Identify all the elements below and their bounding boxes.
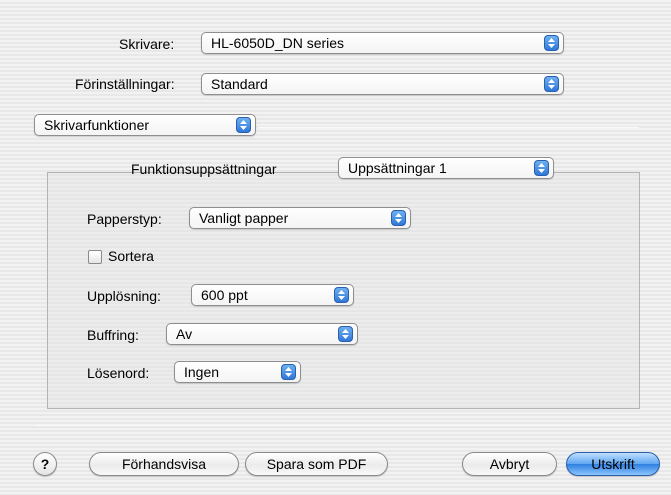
- save-pdf-button[interactable]: Spara som PDF: [245, 452, 388, 476]
- feature-sets-popup[interactable]: Uppsättningar 1: [338, 157, 554, 179]
- buffering-label: Buffring:: [87, 327, 139, 343]
- printer-value: HL-6050D_DN series: [211, 35, 345, 51]
- resolution-value: 600 ppt: [201, 287, 248, 303]
- preview-button[interactable]: Förhandsvisa: [89, 452, 239, 476]
- popup-arrows-icon: [338, 326, 353, 342]
- buffering-value: Av: [176, 326, 193, 342]
- popup-arrows-icon: [544, 76, 559, 92]
- popup-arrows-icon: [544, 35, 559, 51]
- paper-type-value: Vanligt papper: [199, 210, 289, 226]
- paper-type-popup[interactable]: Vanligt papper: [189, 207, 411, 229]
- popup-arrows-icon: [281, 364, 296, 380]
- popup-arrows-icon: [236, 117, 251, 133]
- panel-separator: [258, 127, 639, 128]
- resolution-popup[interactable]: 600 ppt: [191, 284, 354, 306]
- panel-value: Skrivarfunktioner: [44, 117, 150, 133]
- paper-type-label: Papperstyp:: [87, 211, 162, 227]
- print-button[interactable]: Utskrift: [566, 452, 660, 476]
- panel-popup[interactable]: Skrivarfunktioner: [34, 114, 256, 136]
- cancel-button[interactable]: Avbryt: [462, 452, 557, 476]
- popup-arrows-icon: [391, 210, 406, 226]
- presets-value: Standard: [211, 76, 268, 92]
- bottom-separator: [34, 425, 640, 426]
- password-value: Ingen: [184, 364, 220, 380]
- collate-label: Sortera: [108, 248, 154, 264]
- printer-popup[interactable]: HL-6050D_DN series: [201, 32, 564, 54]
- resolution-label: Upplösning:: [87, 288, 161, 304]
- help-button[interactable]: ?: [33, 452, 57, 476]
- collate-checkbox[interactable]: [88, 250, 102, 264]
- presets-popup[interactable]: Standard: [201, 73, 564, 95]
- presets-label: Förinställningar:: [75, 76, 175, 92]
- printer-label: Skrivare:: [119, 36, 175, 52]
- password-label: Lösenord:: [87, 365, 150, 381]
- buffering-popup[interactable]: Av: [166, 323, 358, 345]
- popup-arrows-icon: [334, 287, 349, 303]
- password-popup[interactable]: Ingen: [174, 361, 301, 383]
- feature-sets-label: Funktionsuppsättningar: [131, 161, 277, 177]
- popup-arrows-icon: [534, 160, 549, 176]
- feature-sets-value: Uppsättningar 1: [348, 160, 447, 176]
